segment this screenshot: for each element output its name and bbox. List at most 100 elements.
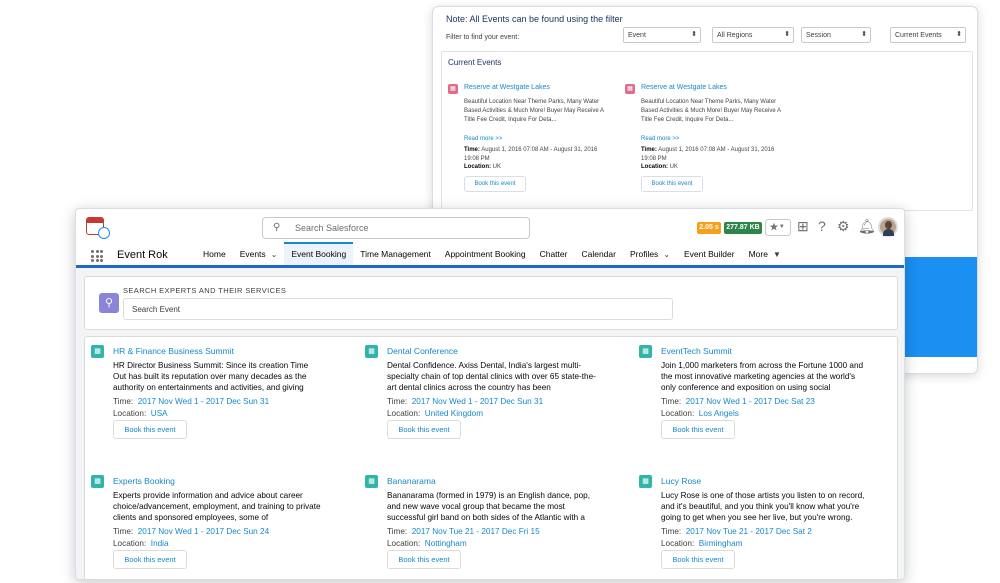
event-title[interactable]: Experts Booking — [113, 476, 175, 486]
nav-item-more[interactable]: More ▼ — [742, 242, 788, 266]
front-window: ⚲ Search Salesforce 2.05 s 277.87 KB ★▼ … — [75, 208, 905, 580]
event-location: Location: Birmingham — [661, 539, 742, 548]
calendar-icon: ▦ — [639, 345, 652, 358]
event-search-input[interactable]: Search Event — [123, 298, 673, 320]
search-heading: SEARCH EXPERTS AND THEIR SERVICES — [123, 286, 287, 295]
current-events-select-value: Current Events — [895, 32, 942, 39]
favorites-button[interactable]: ★▼ — [765, 219, 791, 236]
time-value: 2017 Nov Wed 1 - 2017 Dec Sun 24 — [137, 527, 270, 536]
event-description: Dental Confidence. Axiss Dental, India's… — [387, 361, 596, 392]
gear-icon[interactable]: ⚙ — [837, 218, 850, 235]
calendar-icon: ▦ — [365, 345, 378, 358]
read-more-link[interactable]: Read more >> — [641, 136, 679, 142]
nav-item-profiles[interactable]: Profiles ⌄ — [623, 242, 677, 266]
event-title[interactable]: Lucy Rose — [661, 476, 701, 486]
nav-item-calendar[interactable]: Calendar — [574, 242, 623, 266]
time-value: August 1, 2016 07:08 AM - August 31, 201… — [464, 147, 598, 162]
back-event-desc: Beautiful Location Near Theme Parks, Man… — [464, 99, 604, 123]
nav-label: Calendar — [581, 249, 616, 259]
event-title[interactable]: Bananarama — [387, 476, 436, 486]
chevron-down-icon[interactable]: ⌄ — [663, 250, 670, 259]
book-event-button[interactable]: Book this event — [113, 550, 187, 569]
back-event-title[interactable]: Reserve at Westgate Lakes — [464, 84, 550, 91]
time-value: 2017 Nov Wed 1 - 2017 Dec Sat 23 — [685, 397, 815, 406]
calendar-icon: ▦ — [91, 475, 104, 488]
load-time-badge: 2.05 s — [697, 222, 721, 234]
event-title[interactable]: HR & Finance Business Summit — [113, 346, 234, 356]
select-caret-icon: ⬍ — [691, 31, 697, 38]
nav-item-home[interactable]: Home — [196, 242, 233, 266]
nav-item-time-management[interactable]: Time Management — [353, 242, 438, 266]
main-nav: Home Events ⌄ Event Booking Time Manageme… — [196, 242, 788, 266]
location-label: Location: — [661, 409, 695, 418]
app-launcher-icon[interactable] — [91, 250, 103, 262]
location-label: Location: — [387, 409, 421, 418]
expert-search-panel: ⚲ SEARCH EXPERTS AND THEIR SERVICES Sear… — [84, 276, 898, 330]
time-value: 2017 Nov Wed 1 - 2017 Dec Sun 31 — [411, 397, 544, 406]
chevron-down-icon: ▼ — [778, 224, 785, 230]
event-location: Location: Nottingham — [387, 539, 467, 548]
select-caret-icon: ⬍ — [956, 31, 962, 38]
location-value: Birmingham — [698, 539, 743, 548]
nav-item-events[interactable]: Events ⌄ — [233, 242, 285, 266]
book-event-button[interactable]: Book this event — [661, 550, 735, 569]
event-title[interactable]: Dental Conference — [387, 346, 458, 356]
location-value: UK — [492, 164, 502, 170]
nav-item-event-booking[interactable]: Event Booking — [284, 242, 354, 266]
add-icon[interactable]: ⊞ — [797, 218, 809, 235]
location-value: USA — [150, 409, 168, 418]
event-location: Location: India — [113, 539, 169, 548]
time-value: 2017 Nov Wed 1 - 2017 Dec Sun 31 — [137, 397, 270, 406]
location-value: India — [150, 539, 169, 548]
location-value: Los Angels — [698, 409, 739, 418]
time-label: Time: — [387, 527, 408, 536]
global-search-input[interactable]: ⚲ Search Salesforce — [262, 217, 530, 239]
event-title[interactable]: EventTech Summit — [661, 346, 732, 356]
event-description: HR Director Business Summit: Since its c… — [113, 361, 309, 392]
event-location: Location: United Kingdom — [387, 409, 483, 418]
book-event-button[interactable]: Book this event — [387, 550, 461, 569]
logo-clock-icon — [98, 227, 110, 239]
read-more-link[interactable]: Read more >> — [464, 136, 502, 142]
star-icon: ★ — [769, 221, 779, 234]
event-time: Time: 2017 Nov Tue 21 - 2017 Dec Sat 2 — [661, 527, 812, 536]
region-select[interactable]: All Regions ⬍ — [712, 27, 794, 43]
nav-item-appointment-booking[interactable]: Appointment Booking — [438, 242, 533, 266]
back-event-time: Time: August 1, 2016 07:08 AM - August 3… — [641, 146, 781, 164]
time-label: Time: — [641, 147, 657, 153]
nav-item-chatter[interactable]: Chatter — [533, 242, 575, 266]
book-event-button[interactable]: Book this event — [387, 420, 461, 439]
calendar-icon: ▦ — [365, 475, 378, 488]
event-description: Bananarama (formed in 1979) is an Englis… — [387, 491, 590, 522]
location-value: Nottingham — [424, 539, 467, 548]
help-icon[interactable]: ? — [818, 218, 826, 234]
book-event-button[interactable]: Book this event — [641, 176, 703, 192]
back-event-title[interactable]: Reserve at Westgate Lakes — [641, 84, 727, 91]
nav-label: Profiles — [629, 249, 659, 259]
nav-item-event-builder[interactable]: Event Builder — [677, 242, 742, 266]
global-search-placeholder: Search Salesforce — [295, 223, 369, 233]
bell-icon[interactable]: 🔔︎ — [858, 218, 876, 235]
nav-label: Event Builder — [684, 249, 735, 259]
user-avatar[interactable] — [878, 217, 898, 237]
session-select[interactable]: Session ⬍ — [801, 27, 871, 43]
chevron-down-icon[interactable]: ⌄ — [271, 250, 278, 259]
time-value: 2017 Nov Tue 21 - 2017 Dec Fri 15 — [411, 527, 540, 536]
nav-label: Event Booking — [291, 249, 347, 259]
time-label: Time: — [113, 397, 134, 406]
book-event-button[interactable]: Book this event — [113, 420, 187, 439]
current-events-select[interactable]: Current Events ⬍ — [890, 27, 966, 43]
nav-label: Appointment Booking — [444, 249, 526, 259]
select-caret-icon: ⬍ — [784, 31, 790, 38]
book-event-button[interactable]: Book this event — [661, 420, 735, 439]
event-type-select[interactable]: Event ⬍ — [623, 27, 701, 43]
location-label: Location: — [387, 539, 421, 548]
event-time: Time: 2017 Nov Wed 1 - 2017 Dec Sun 24 — [113, 527, 269, 536]
location-label: Location: — [464, 164, 491, 170]
location-label: Location: — [113, 409, 147, 418]
back-event-time: Time: August 1, 2016 07:08 AM - August 3… — [464, 146, 604, 164]
nav-label: Home — [203, 249, 226, 259]
event-description: Lucy Rose is one of those artists you li… — [661, 491, 865, 522]
location-value: United Kingdom — [424, 409, 484, 418]
book-event-button[interactable]: Book this event — [464, 176, 526, 192]
